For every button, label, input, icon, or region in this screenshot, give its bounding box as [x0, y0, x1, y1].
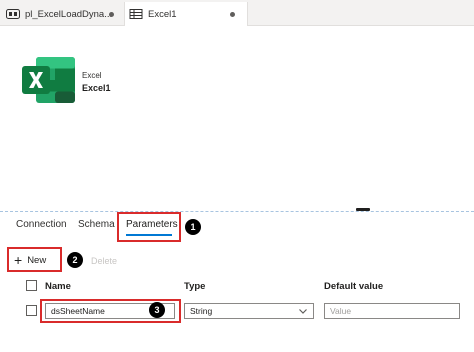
unsaved-dot-icon: [230, 12, 235, 17]
dataset-type-label: Excel: [82, 71, 102, 80]
pane-splitter[interactable]: [0, 211, 474, 212]
select-all-checkbox[interactable]: [26, 280, 37, 291]
default-value-placeholder: Value: [330, 306, 352, 316]
column-header-type: Type: [184, 281, 206, 292]
dataset-name: Excel1: [82, 83, 111, 93]
row-checkbox[interactable]: [26, 305, 37, 316]
pipeline-icon: [6, 9, 20, 19]
delete-parameter-button[interactable]: Delete: [91, 256, 117, 266]
parameter-type-select[interactable]: String: [184, 303, 314, 319]
column-header-name: Name: [45, 281, 71, 292]
tab-pipeline[interactable]: pl_ExcelLoadDyna...: [6, 2, 118, 26]
tab-schema[interactable]: Schema: [78, 219, 115, 230]
excel-logo-icon: [22, 57, 75, 103]
parameter-type-value: String: [190, 306, 213, 316]
document-tab-strip: pl_ExcelLoadDyna... Excel1: [0, 0, 474, 26]
dataset-icon: [129, 9, 143, 19]
chevron-down-icon: [299, 309, 307, 314]
tab-dataset[interactable]: Excel1: [124, 2, 248, 26]
tab-pipeline-label: pl_ExcelLoadDyna...: [25, 8, 113, 20]
unsaved-dot-icon: [109, 12, 114, 17]
default-value-input[interactable]: Value: [324, 303, 460, 319]
annotation-box-1: [117, 212, 181, 242]
column-header-default-value: Default value: [324, 281, 384, 292]
splitter-grip-icon[interactable]: [356, 208, 370, 211]
annotation-badge-2: 2: [67, 252, 83, 268]
annotation-badge-1: 1: [185, 219, 201, 235]
tab-connection[interactable]: Connection: [16, 219, 67, 230]
tab-dataset-label: Excel1: [148, 8, 177, 20]
annotation-box-2: [7, 247, 62, 272]
annotation-badge-3: 3: [149, 302, 165, 318]
